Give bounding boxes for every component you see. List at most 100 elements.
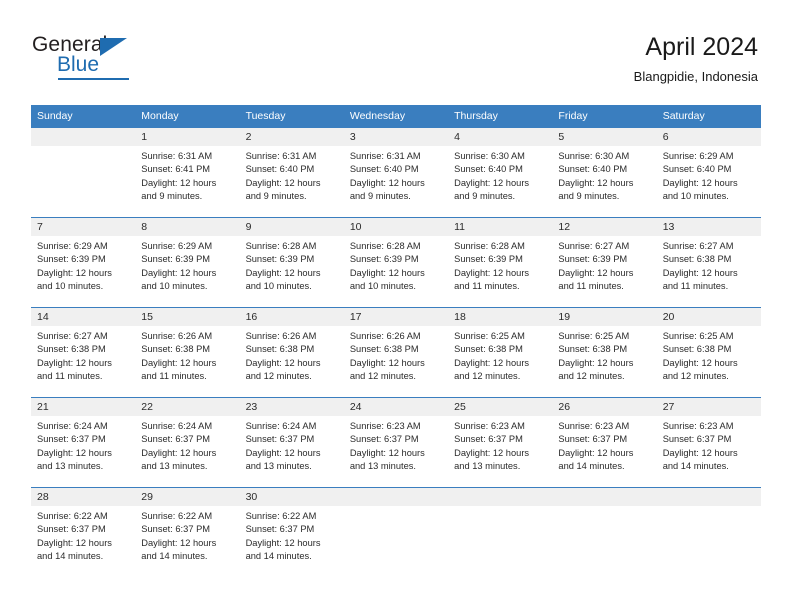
daylight-text-line2: and 10 minutes. xyxy=(141,281,208,292)
sunset-text: Sunset: 6:38 PM xyxy=(662,254,732,265)
calendar-day-cell[interactable]: 3 Sunrise: 6:31 AM Sunset: 6:40 PM Daylight… xyxy=(343,127,449,218)
calendar-day-cell[interactable]: 18 Sunrise: 6:25 AM Sunset: 6:38 PM Dayligh… xyxy=(448,307,553,398)
day-number xyxy=(552,488,657,506)
sunset-text: Sunset: 6:39 PM xyxy=(37,254,106,265)
page-title: April 2024 xyxy=(645,33,758,61)
day-number: 30 xyxy=(239,488,344,506)
daylight-text-line2: and 12 minutes. xyxy=(558,371,625,382)
calendar-day-cell[interactable]: 28 Sunrise: 6:22 AM Sunset: 6:37 PM Dayligh… xyxy=(31,487,136,577)
sunset-text: Sunset: 6:38 PM xyxy=(37,344,106,355)
calendar-header-row: Sunday Monday Tuesday Wednesday Thursday… xyxy=(31,105,761,128)
calendar-day-cell[interactable]: 21 Sunrise: 6:24 AM Sunset: 6:37 PM Dayligh… xyxy=(31,397,136,488)
day-number: 1 xyxy=(135,128,240,146)
daylight-text-line1: Daylight: 12 hours xyxy=(141,357,217,368)
calendar-day-cell[interactable]: 26 Sunrise: 6:23 AM Sunset: 6:37 PM Dayligh… xyxy=(552,397,657,488)
calendar-day-cell[interactable]: 2 Sunrise: 6:31 AM Sunset: 6:40 PM Daylight… xyxy=(239,127,344,218)
calendar-day-cell[interactable]: 15 Sunrise: 6:26 AM Sunset: 6:38 PM Dayligh… xyxy=(135,307,240,398)
day-details: Sunrise: 6:29 AM Sunset: 6:39 PM Daylight:… xyxy=(31,236,135,294)
calendar-day-cell[interactable]: 24 Sunrise: 6:23 AM Sunset: 6:37 PM Dayligh… xyxy=(343,397,449,488)
calendar-day-cell[interactable]: 19 Sunrise: 6:25 AM Sunset: 6:38 PM Dayligh… xyxy=(552,307,657,398)
sunset-text: Sunset: 6:37 PM xyxy=(141,524,211,535)
calendar-day-cell[interactable]: 13 Sunrise: 6:27 AM Sunset: 6:38 PM Dayligh… xyxy=(656,217,761,308)
calendar-day-cell[interactable]: 30 Sunrise: 6:22 AM Sunset: 6:37 PM Dayligh… xyxy=(239,487,344,577)
calendar-day-cell[interactable]: 27 Sunrise: 6:23 AM Sunset: 6:37 PM Dayligh… xyxy=(656,397,761,488)
calendar-day-cell[interactable]: 10 Sunrise: 6:28 AM Sunset: 6:39 PM Dayligh… xyxy=(343,217,449,308)
weekday-header-saturday: Saturday xyxy=(656,105,761,128)
calendar-day-cell[interactable]: 7 Sunrise: 6:29 AM Sunset: 6:39 PM Daylight… xyxy=(31,217,136,308)
sunrise-text: Sunrise: 6:24 AM xyxy=(37,421,108,431)
day-details: Sunrise: 6:22 AM Sunset: 6:37 PM Daylight:… xyxy=(31,506,135,564)
calendar-day-cell[interactable]: 1 Sunrise: 6:31 AM Sunset: 6:41 PM Daylight… xyxy=(135,127,240,218)
daylight-text-line1: Daylight: 12 hours xyxy=(454,447,530,458)
day-details: Sunrise: 6:29 AM Sunset: 6:39 PM Daylight:… xyxy=(135,236,239,294)
sunrise-text: Sunrise: 6:26 AM xyxy=(245,331,317,341)
calendar-day-cell[interactable]: 5 Sunrise: 6:30 AM Sunset: 6:40 PM Daylight… xyxy=(552,127,657,218)
calendar-day-cell[interactable]: 12 Sunrise: 6:27 AM Sunset: 6:39 PM Dayligh… xyxy=(552,217,657,308)
day-number: 6 xyxy=(656,128,761,146)
calendar-day-cell[interactable]: 16 Sunrise: 6:26 AM Sunset: 6:38 PM Dayligh… xyxy=(239,307,344,398)
calendar-day-cell[interactable]: 20 Sunrise: 6:25 AM Sunset: 6:38 PM Dayligh… xyxy=(656,307,761,398)
calendar-day-cell[interactable]: 9 Sunrise: 6:28 AM Sunset: 6:39 PM Daylight… xyxy=(239,217,344,308)
daylight-text-line2: and 11 minutes. xyxy=(141,371,207,382)
calendar-day-cell[interactable]: 14 Sunrise: 6:27 AM Sunset: 6:38 PM Dayligh… xyxy=(31,307,136,398)
day-number xyxy=(656,488,761,506)
day-details: Sunrise: 6:28 AM Sunset: 6:39 PM Daylight:… xyxy=(448,236,552,294)
day-details: Sunrise: 6:22 AM Sunset: 6:37 PM Daylight:… xyxy=(240,506,344,564)
sunrise-text: Sunrise: 6:24 AM xyxy=(245,421,317,431)
sunset-text: Sunset: 6:37 PM xyxy=(245,434,315,445)
daylight-text-line1: Daylight: 12 hours xyxy=(245,177,321,188)
day-number: 20 xyxy=(656,308,761,326)
sunset-text: Sunset: 6:37 PM xyxy=(558,434,628,445)
calendar-day-cell[interactable]: 23 Sunrise: 6:24 AM Sunset: 6:37 PM Dayligh… xyxy=(239,397,344,488)
weekday-header-friday: Friday xyxy=(552,105,657,128)
calendar-day-cell[interactable]: 17 Sunrise: 6:26 AM Sunset: 6:38 PM Dayligh… xyxy=(343,307,449,398)
calendar-day-cell[interactable]: 4 Sunrise: 6:30 AM Sunset: 6:40 PM Daylight… xyxy=(448,127,553,218)
daylight-text-line1: Daylight: 12 hours xyxy=(558,357,634,368)
daylight-text-line1: Daylight: 12 hours xyxy=(454,177,530,188)
daylight-text-line2: and 9 minutes. xyxy=(454,191,516,202)
sunset-text: Sunset: 6:39 PM xyxy=(454,254,523,265)
calendar-week-row: 28 Sunrise: 6:22 AM Sunset: 6:37 PM Dayligh… xyxy=(31,487,761,577)
sunset-text: Sunset: 6:38 PM xyxy=(662,344,732,355)
calendar-day-cell[interactable]: 8 Sunrise: 6:29 AM Sunset: 6:39 PM Daylight… xyxy=(135,217,240,308)
calendar-day-cell[interactable]: 11 Sunrise: 6:28 AM Sunset: 6:39 PM Dayligh… xyxy=(448,217,553,308)
daylight-text-line2: and 11 minutes. xyxy=(558,281,624,292)
sunrise-text: Sunrise: 6:23 AM xyxy=(349,421,421,431)
weekday-header-sunday: Sunday xyxy=(31,105,136,128)
daylight-text-line2: and 12 minutes. xyxy=(454,371,521,382)
day-details: Sunrise: 6:24 AM Sunset: 6:37 PM Daylight:… xyxy=(240,416,344,474)
day-number: 23 xyxy=(239,398,344,416)
calendar-day-cell[interactable]: 22 Sunrise: 6:24 AM Sunset: 6:37 PM Dayligh… xyxy=(135,397,240,488)
day-number: 3 xyxy=(343,128,449,146)
sunrise-text: Sunrise: 6:28 AM xyxy=(349,241,421,251)
day-number: 26 xyxy=(552,398,657,416)
weekday-header-thursday: Thursday xyxy=(448,105,553,128)
day-number xyxy=(448,488,553,506)
sunrise-text: Sunrise: 6:27 AM xyxy=(558,241,630,251)
daylight-text-line1: Daylight: 12 hours xyxy=(558,177,634,188)
day-details: Sunrise: 6:28 AM Sunset: 6:39 PM Daylight:… xyxy=(344,236,448,294)
calendar-day-cell[interactable]: 6 Sunrise: 6:29 AM Sunset: 6:40 PM Daylight… xyxy=(656,127,761,218)
calendar-day-cell[interactable]: 25 Sunrise: 6:23 AM Sunset: 6:37 PM Dayligh… xyxy=(448,397,553,488)
sunrise-text: Sunrise: 6:27 AM xyxy=(37,331,108,341)
daylight-text-line1: Daylight: 12 hours xyxy=(245,357,321,368)
daylight-text-line1: Daylight: 12 hours xyxy=(37,447,112,458)
sunset-text: Sunset: 6:37 PM xyxy=(141,434,211,445)
day-details: Sunrise: 6:31 AM Sunset: 6:40 PM Daylight:… xyxy=(344,146,448,204)
daylight-text-line1: Daylight: 12 hours xyxy=(558,447,634,458)
daylight-text-line1: Daylight: 12 hours xyxy=(245,267,321,278)
daylight-text-line2: and 9 minutes. xyxy=(349,191,411,202)
general-blue-logo[interactable]: General Blue xyxy=(32,33,202,85)
sunrise-text: Sunrise: 6:22 AM xyxy=(37,511,108,521)
day-details: Sunrise: 6:29 AM Sunset: 6:40 PM Daylight:… xyxy=(657,146,761,204)
sunset-text: Sunset: 6:37 PM xyxy=(349,434,419,445)
daylight-text-line1: Daylight: 12 hours xyxy=(245,537,321,548)
day-details: Sunrise: 6:24 AM Sunset: 6:37 PM Daylight:… xyxy=(135,416,239,474)
day-number xyxy=(343,488,449,506)
calendar-day-cell[interactable]: 29 Sunrise: 6:22 AM Sunset: 6:37 PM Dayligh… xyxy=(135,487,240,577)
calendar-body: 1 Sunrise: 6:31 AM Sunset: 6:41 PM Daylight… xyxy=(31,127,761,577)
day-number: 25 xyxy=(448,398,553,416)
sunrise-text: Sunrise: 6:27 AM xyxy=(662,241,734,251)
sunrise-text: Sunrise: 6:22 AM xyxy=(245,511,317,521)
calendar-page: General Blue April 2024 Blangpidie, Indo… xyxy=(0,0,792,612)
